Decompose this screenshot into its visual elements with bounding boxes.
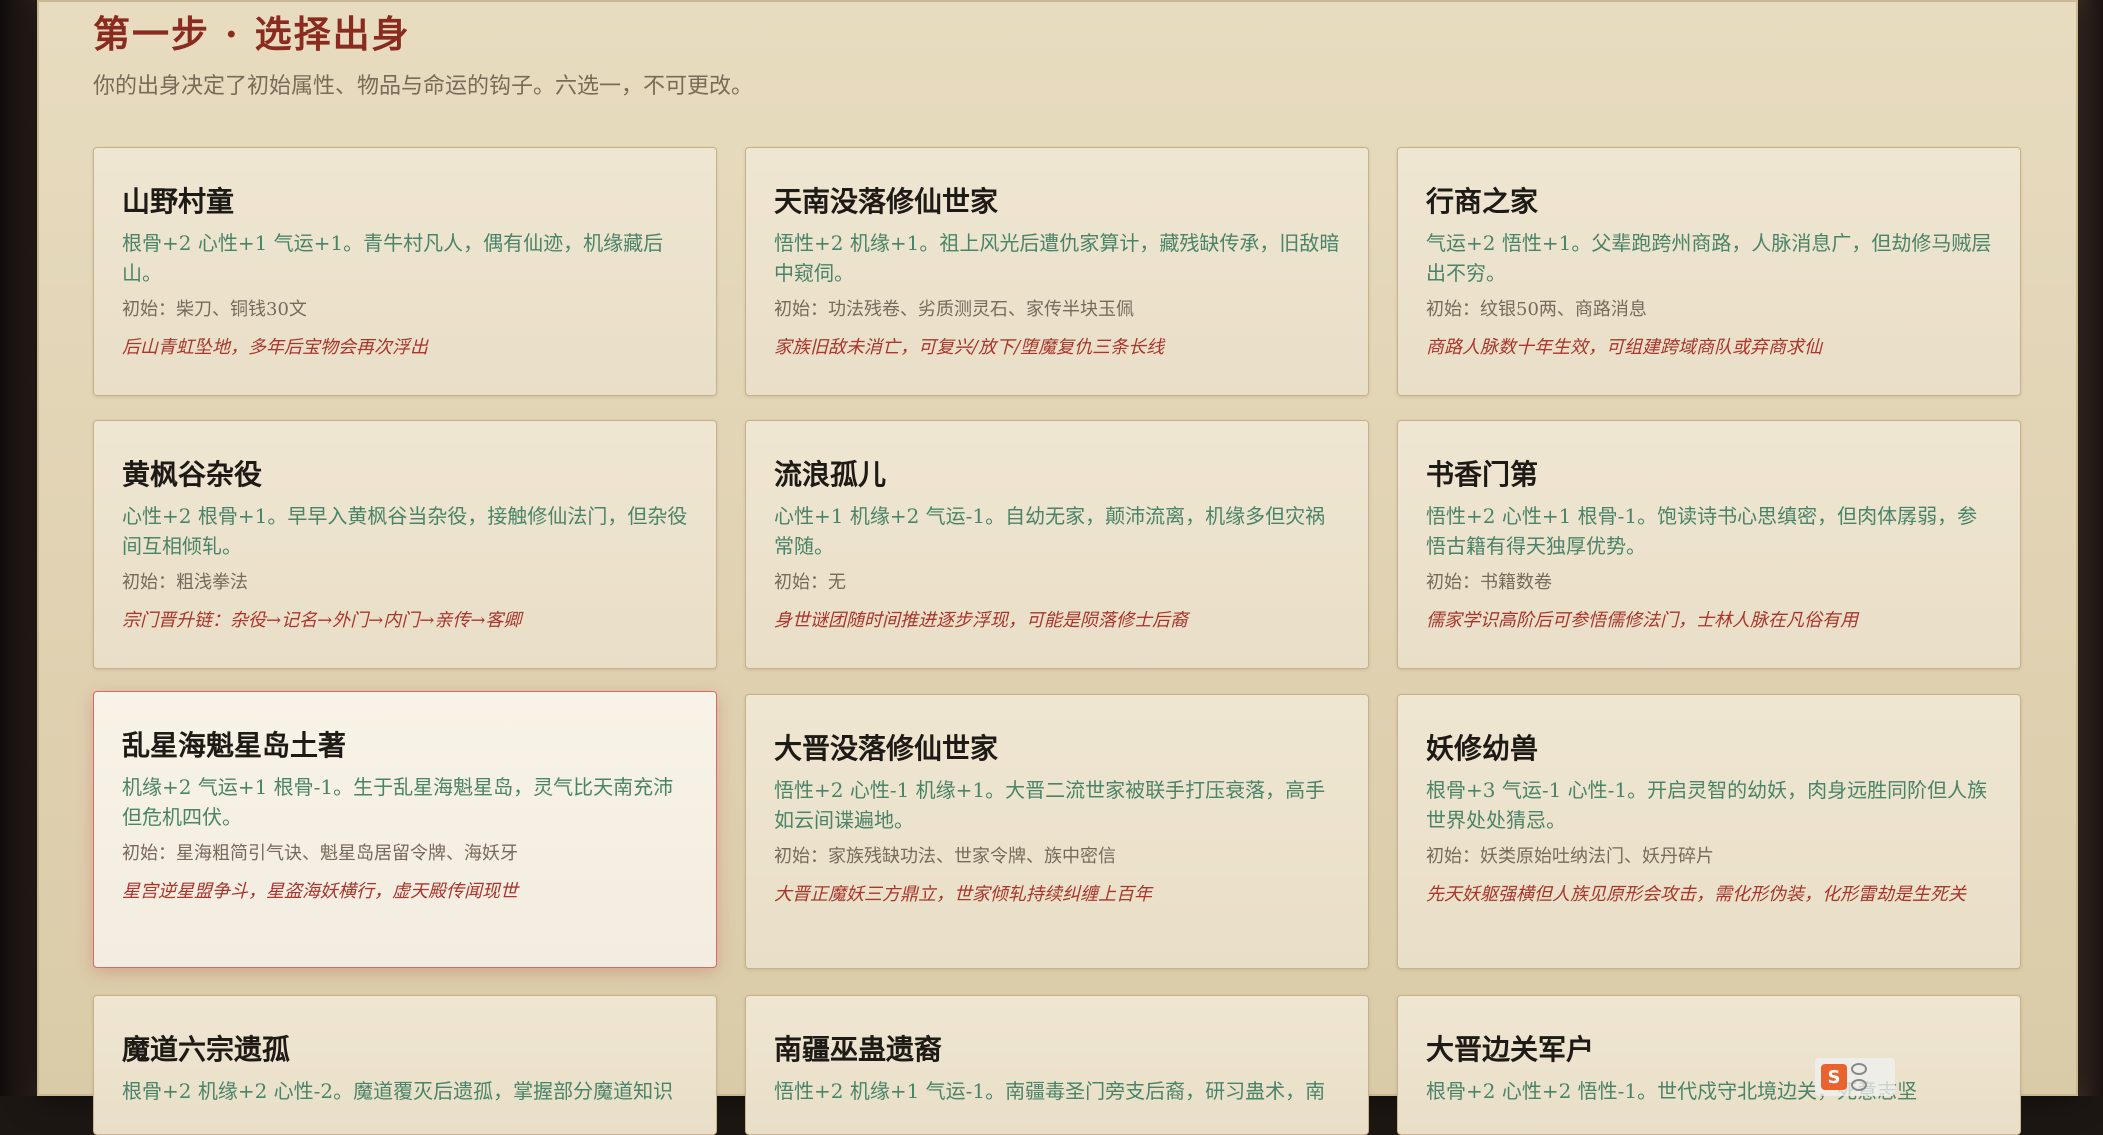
origin-starting-items: 初始：星海粗简引气诀、魁星岛居留令牌、海妖牙 [122, 843, 518, 864]
origin-card-huangfeng-servant[interactable]: 黄枫谷杂役 心性+2 根骨+1。早早入黄枫谷当杂役，接触修仙法门，但杂役间互相倾… [93, 420, 717, 669]
origin-card-demon-cub[interactable]: 妖修幼兽 根骨+3 气运-1 心性-1。开启灵智的幼妖，肉身远胜同阶但人族世界处… [1397, 694, 2021, 969]
page-subtitle: 你的出身决定了初始属性、物品与命运的钩子。六选一，不可更改。 [93, 74, 754, 99]
page-title: 第一步 · 选择出身 [93, 12, 411, 56]
origin-name: 魔道六宗遗孤 [122, 1033, 291, 1066]
origin-fate-hook: 家族旧敌未消亡，可复兴/放下/堕魔复仇三条长线 [774, 337, 1165, 358]
origin-card-dajin-family[interactable]: 大晋没落修仙世家 悟性+2 心性-1 机缘+1。大晋二流世家被联手打压衰落，高手… [745, 694, 1369, 969]
ime-logo-icon: S [1821, 1064, 1847, 1090]
origin-card-wandering-orphan[interactable]: 流浪孤儿 心性+1 机缘+2 气运-1。自幼无家，颠沛流离，机缘多但灾祸常随。 … [745, 420, 1369, 669]
origin-starting-items: 初始：无 [774, 572, 846, 593]
origin-fate-hook: 宗门晋升链：杂役→记名→外门→内门→亲传→客卿 [122, 610, 522, 631]
origin-name: 南疆巫蛊遗裔 [774, 1033, 943, 1066]
origin-starting-items: 初始：粗浅拳法 [122, 572, 248, 593]
origin-card-tiannan-family[interactable]: 天南没落修仙世家 悟性+2 机缘+1。祖上风光后遭仇家算计，藏残缺传承，旧敌暗中… [745, 147, 1369, 396]
ime-options-icon [1851, 1063, 1867, 1091]
origin-fate-hook: 星宫逆星盟争斗，星盗海妖横行，虚天殿传闻现世 [122, 881, 518, 902]
origin-name: 书香门第 [1426, 458, 1539, 491]
origin-name: 天南没落修仙世家 [774, 185, 999, 218]
origin-name: 黄枫谷杂役 [122, 458, 263, 491]
origin-card-frontier-soldier[interactable]: 大晋边关军户 根骨+2 心性+2 悟性-1。世代戍守北境边关，死意志坚 [1397, 995, 2021, 1135]
origin-fate-hook: 后山青虹坠地，多年后宝物会再次浮出 [122, 337, 428, 358]
origin-stats: 气运+2 悟性+1。父辈跑跨州商路，人脉消息广，但劫修马贼层出不穷。 [1426, 231, 1992, 285]
origin-stats: 根骨+2 机缘+2 心性-2。魔道覆灭后遗孤，掌握部分魔道知识 [122, 1079, 674, 1103]
origin-card-luanxinghai-native-selected[interactable]: 乱星海魁星岛土著 机缘+2 气运+1 根骨-1。生于乱星海魁星岛，灵气比天南充沛… [93, 691, 717, 968]
origin-card-scholar-family[interactable]: 书香门第 悟性+2 心性+1 根骨-1。饱读诗书心思缜密，但肉体孱弱，参悟古籍有… [1397, 420, 2021, 669]
origin-card-shanye-cuntong[interactable]: 山野村童 根骨+2 心性+1 气运+1。青牛村凡人，偶有仙迹，机缘藏后山。 初始… [93, 147, 717, 396]
origin-stats: 心性+2 根骨+1。早早入黄枫谷当杂役，接触修仙法门，但杂役间互相倾轧。 [122, 504, 688, 558]
origin-stats: 悟性+2 心性+1 根骨-1。饱读诗书心思缜密，但肉体孱弱，参悟古籍有得天独厚优… [1426, 504, 1978, 558]
origin-stats: 根骨+2 心性+1 气运+1。青牛村凡人，偶有仙迹，机缘藏后山。 [122, 231, 664, 285]
origin-starting-items: 初始：书籍数卷 [1426, 572, 1552, 593]
origin-stats: 机缘+2 气运+1 根骨-1。生于乱星海魁星岛，灵气比天南充沛但危机四伏。 [122, 775, 674, 829]
origin-name: 大晋没落修仙世家 [774, 732, 999, 765]
origin-starting-items: 初始：家族残缺功法、世家令牌、族中密信 [774, 846, 1116, 867]
origin-fate-hook: 身世谜团随时间推进逐步浮现，可能是陨落修士后裔 [774, 610, 1188, 631]
origin-card-merchant-family[interactable]: 行商之家 气运+2 悟性+1。父辈跑跨州商路，人脉消息广，但劫修马贼层出不穷。 … [1397, 147, 2021, 396]
origin-fate-hook: 儒家学识高阶后可参悟儒修法门，士林人脉在凡俗有用 [1426, 610, 1858, 631]
origin-name: 妖修幼兽 [1426, 732, 1539, 765]
origin-stats: 悟性+2 心性-1 机缘+1。大晋二流世家被联手打压衰落，高手如云间谍遍地。 [774, 778, 1326, 832]
origin-stats: 根骨+3 气运-1 心性-1。开启灵智的幼妖，肉身远胜同阶但人族世界处处猜忌。 [1426, 778, 1988, 832]
origin-fate-hook: 先天妖躯强横但人族见原形会攻击，需化形伪装，化形雷劫是生死关 [1426, 884, 1966, 905]
origin-name: 乱星海魁星岛土著 [122, 729, 347, 762]
origin-fate-hook: 商路人脉数十年生效，可组建跨域商队或弃商求仙 [1426, 337, 1822, 358]
origin-starting-items: 初始：妖类原始吐纳法门、妖丹碎片 [1426, 846, 1714, 867]
origin-name: 山野村童 [122, 185, 235, 218]
origin-card-nanjiang-gu[interactable]: 南疆巫蛊遗裔 悟性+2 机缘+1 气运-1。南疆毒圣门旁支后裔，研习蛊术，南 [745, 995, 1369, 1135]
origin-name: 流浪孤儿 [774, 458, 887, 491]
origin-stats: 悟性+2 机缘+1 气运-1。南疆毒圣门旁支后裔，研习蛊术，南 [774, 1079, 1326, 1103]
origin-card-demon-sect-orphan[interactable]: 魔道六宗遗孤 根骨+2 机缘+2 心性-2。魔道覆灭后遗孤，掌握部分魔道知识 [93, 995, 717, 1135]
ime-toolbar-widget[interactable]: S [1815, 1058, 1895, 1096]
origin-fate-hook: 大晋正魔妖三方鼎立，世家倾轧持续纠缠上百年 [774, 884, 1152, 905]
origin-stats: 悟性+2 机缘+1。祖上风光后遭仇家算计，藏残缺传承，旧敌暗中窥伺。 [774, 231, 1340, 285]
origin-starting-items: 初始：功法残卷、劣质测灵石、家传半块玉佩 [774, 299, 1134, 320]
origin-starting-items: 初始：柴刀、铜钱30文 [122, 299, 307, 320]
origin-name: 行商之家 [1426, 185, 1539, 218]
origin-stats: 根骨+2 心性+2 悟性-1。世代戍守北境边关，死意志坚 [1426, 1079, 1918, 1103]
origin-stats: 心性+1 机缘+2 气运-1。自幼无家，颠沛流离，机缘多但灾祸常随。 [774, 504, 1326, 558]
origin-name: 大晋边关军户 [1426, 1033, 1595, 1066]
origin-starting-items: 初始：纹银50两、商路消息 [1426, 299, 1647, 320]
